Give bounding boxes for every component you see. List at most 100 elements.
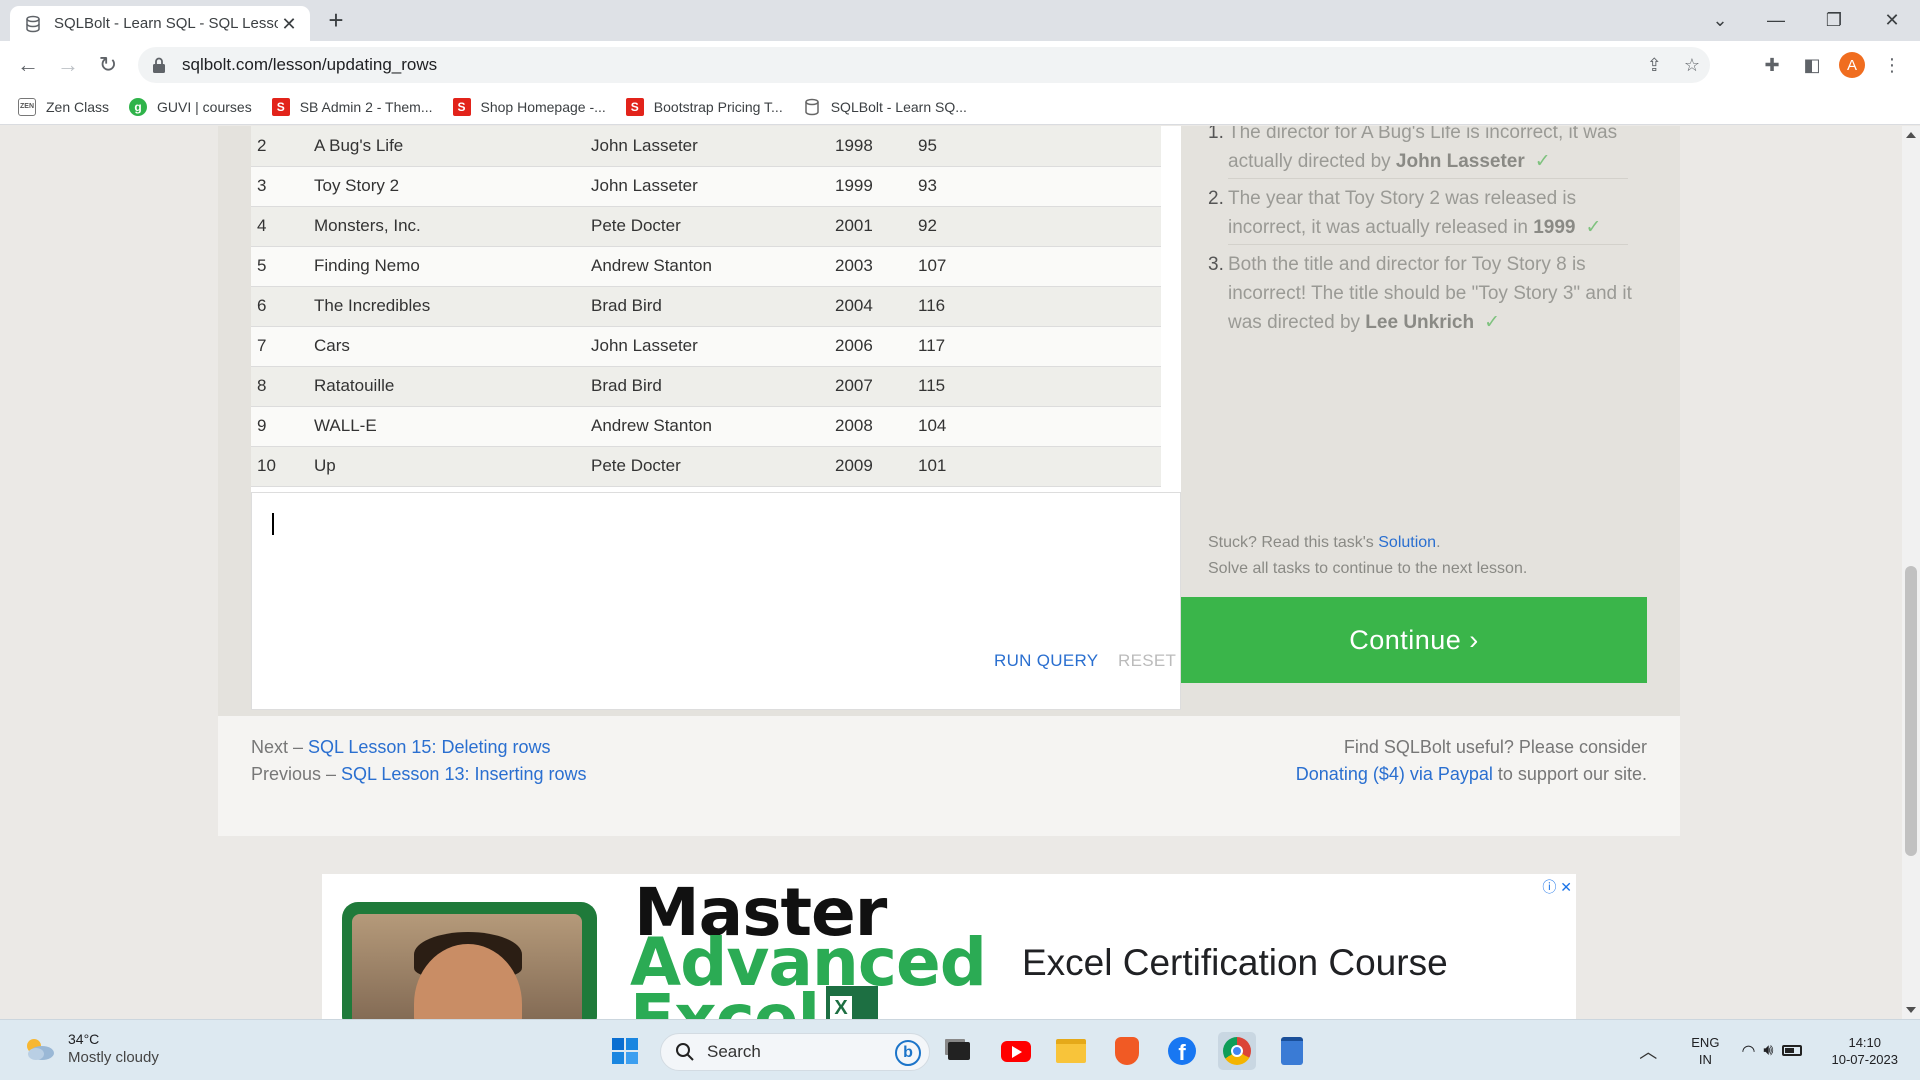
clock[interactable]: 14:10 10-07-2023 [1832, 1034, 1899, 1068]
profile-avatar[interactable]: A [1836, 49, 1868, 81]
results-table: 2A Bug's Life John Lasseter 1998 95 3 Toy Sto… [251, 126, 1161, 487]
excel-icon: X [826, 986, 878, 1019]
cell-title: Cars [308, 326, 585, 367]
cell-length: 107 [912, 246, 1161, 287]
bookmark-sqlbolt[interactable]: SQLBolt - Learn SQ... [802, 97, 967, 116]
language-indicator[interactable]: ENG IN [1691, 1034, 1719, 1068]
task-item: 3. Both the title and director for Toy S… [1208, 254, 1632, 333]
new-tab-button[interactable]: + [322, 7, 350, 35]
text-cursor [272, 513, 274, 535]
cell-year: 1999 [829, 166, 912, 207]
cell-id: 3 [251, 166, 308, 207]
s-brand-icon: S [625, 97, 644, 116]
guvi-icon: g [129, 97, 148, 116]
solution-link[interactable]: Solution [1378, 534, 1436, 551]
tab-search-chevron-icon[interactable]: ⌄ [1692, 0, 1748, 41]
cell-title: A Bug's Life [308, 126, 585, 167]
divider [1228, 178, 1628, 179]
lock-icon [153, 57, 165, 73]
check-icon: ✓ [1484, 312, 1500, 333]
next-lesson-link[interactable]: SQL Lesson 15: Deleting rows [308, 737, 550, 757]
brave-browser-icon[interactable] [1108, 1032, 1146, 1070]
cell-title: Finding Nemo [308, 246, 585, 287]
s-brand-icon: S [452, 97, 471, 116]
volume-icon[interactable]: 🔊︎ [1763, 1042, 1773, 1060]
partly-cloudy-icon [27, 1039, 54, 1060]
scroll-down-arrow-icon[interactable] [1906, 1007, 1916, 1013]
cell-year: 2009 [829, 446, 912, 487]
reset-button[interactable]: RESET [1118, 651, 1176, 671]
run-query-button[interactable]: RUN QUERY [994, 651, 1098, 671]
task-view-icon[interactable] [940, 1032, 978, 1070]
bookmarks-bar: ZEN Zen Class g GUVI | courses S SB Admin 2… [0, 89, 1920, 125]
ad-info-close-icon[interactable]: ⓘ ✕ [1542, 877, 1572, 897]
menu-dots-icon[interactable]: ⋮ [1876, 49, 1908, 81]
bookmark-bootstrap-pricing[interactable]: S Bootstrap Pricing T... [625, 97, 783, 116]
cell-title: WALL-E [308, 406, 585, 447]
facebook-icon[interactable]: f [1163, 1032, 1201, 1070]
notepad-icon[interactable] [1273, 1032, 1311, 1070]
windows-taskbar: 34°C Mostly cloudy Search b f ︿ ENG IN ◠… [0, 1019, 1920, 1080]
cell-director: Pete Docter [585, 446, 829, 487]
start-button[interactable] [606, 1032, 644, 1070]
restore-button[interactable]: ❐ [1806, 0, 1862, 41]
previous-lesson-link[interactable]: SQL Lesson 13: Inserting rows [341, 764, 586, 784]
cell-director: Andrew Stanton [585, 406, 829, 447]
solve-all-note: Solve all tasks to continue to the next … [1208, 560, 1528, 577]
cell-director: John Lasseter [585, 166, 829, 207]
back-button[interactable]: ← [12, 49, 44, 81]
continue-button[interactable]: Continue › [1181, 597, 1647, 683]
page-viewport: 2A Bug's Life John Lasseter 1998 95 3 Toy Sto… [0, 126, 1902, 1019]
browser-tab[interactable]: SQLBolt - Learn SQL - SQL Lesson ✕ [10, 6, 310, 41]
taskbar-search[interactable]: Search b [660, 1033, 930, 1071]
show-hidden-icons-chevron-icon[interactable]: ︿ [1639, 1038, 1657, 1064]
weather-description: Mostly cloudy [68, 1049, 159, 1066]
cell-director: Brad Bird [585, 286, 829, 327]
cell-title: The Incredibles [308, 286, 585, 327]
bookmark-star-icon[interactable]: ☆ [1684, 55, 1700, 76]
table-row: 10 Up Pete Docter 2009 101 [251, 446, 1161, 487]
donate-link[interactable]: Donating ($4) via Paypal [1296, 764, 1493, 784]
cell-id: 2 [251, 126, 308, 167]
advertisement-banner[interactable]: Master Advanced Excel X Excel Certificat… [322, 874, 1576, 1019]
wifi-icon[interactable]: ◠ [1741, 1041, 1755, 1061]
donation-note: Find SQLBolt useful? Please consider Don… [1295, 737, 1647, 784]
address-bar[interactable]: sqlbolt.com/lesson/updating_rows ⇪ ☆ [138, 47, 1710, 83]
cell-year: 1998 [829, 126, 912, 167]
s-brand-icon: S [271, 97, 290, 116]
page-scrollbar[interactable] [1902, 126, 1920, 1019]
scroll-up-arrow-icon[interactable] [1906, 132, 1916, 138]
close-window-button[interactable]: ✕ [1864, 0, 1920, 41]
bookmark-sb-admin[interactable]: S SB Admin 2 - Them... [271, 97, 433, 116]
bookmark-guvi[interactable]: g GUVI | courses [129, 97, 252, 116]
youtube-icon[interactable] [997, 1032, 1035, 1070]
cell-year: 2007 [829, 366, 912, 407]
task-item: 1. The director for A Bug's Life is inco… [1208, 126, 1618, 172]
side-panel-icon[interactable]: ◧ [1796, 49, 1828, 81]
table-row: 2A Bug's Life John Lasseter 1998 95 [251, 126, 1161, 167]
cell-director: John Lasseter [585, 326, 829, 367]
forward-button[interactable]: → [52, 49, 84, 81]
chrome-icon[interactable] [1218, 1032, 1256, 1070]
cell-length: 95 [912, 126, 1161, 167]
minimize-button[interactable]: — [1748, 0, 1804, 41]
weather-widget[interactable]: 34°C Mostly cloudy [22, 1030, 159, 1068]
bookmark-shop-homepage[interactable]: S Shop Homepage -... [452, 97, 606, 116]
share-icon[interactable]: ⇪ [1647, 55, 1662, 76]
cell-id: 10 [251, 446, 308, 487]
extensions-icon[interactable]: ✚ [1756, 49, 1788, 81]
cell-length: 117 [912, 326, 1161, 367]
bing-icon[interactable]: b [895, 1040, 921, 1066]
sql-query-editor[interactable] [251, 492, 1181, 710]
database-icon [802, 97, 821, 116]
cell-length: 93 [912, 166, 1161, 207]
battery-icon[interactable] [1781, 1045, 1802, 1056]
reload-button[interactable]: ↻ [92, 49, 124, 81]
bookmark-zen-class[interactable]: ZEN Zen Class [18, 97, 109, 116]
cell-title: Up [308, 446, 585, 487]
file-explorer-icon[interactable] [1052, 1032, 1090, 1070]
page-scrollbar-thumb[interactable] [1905, 566, 1917, 856]
cell-id: 5 [251, 246, 308, 287]
zen-class-icon: ZEN [18, 97, 36, 116]
tab-close-icon[interactable]: ✕ [278, 13, 300, 35]
